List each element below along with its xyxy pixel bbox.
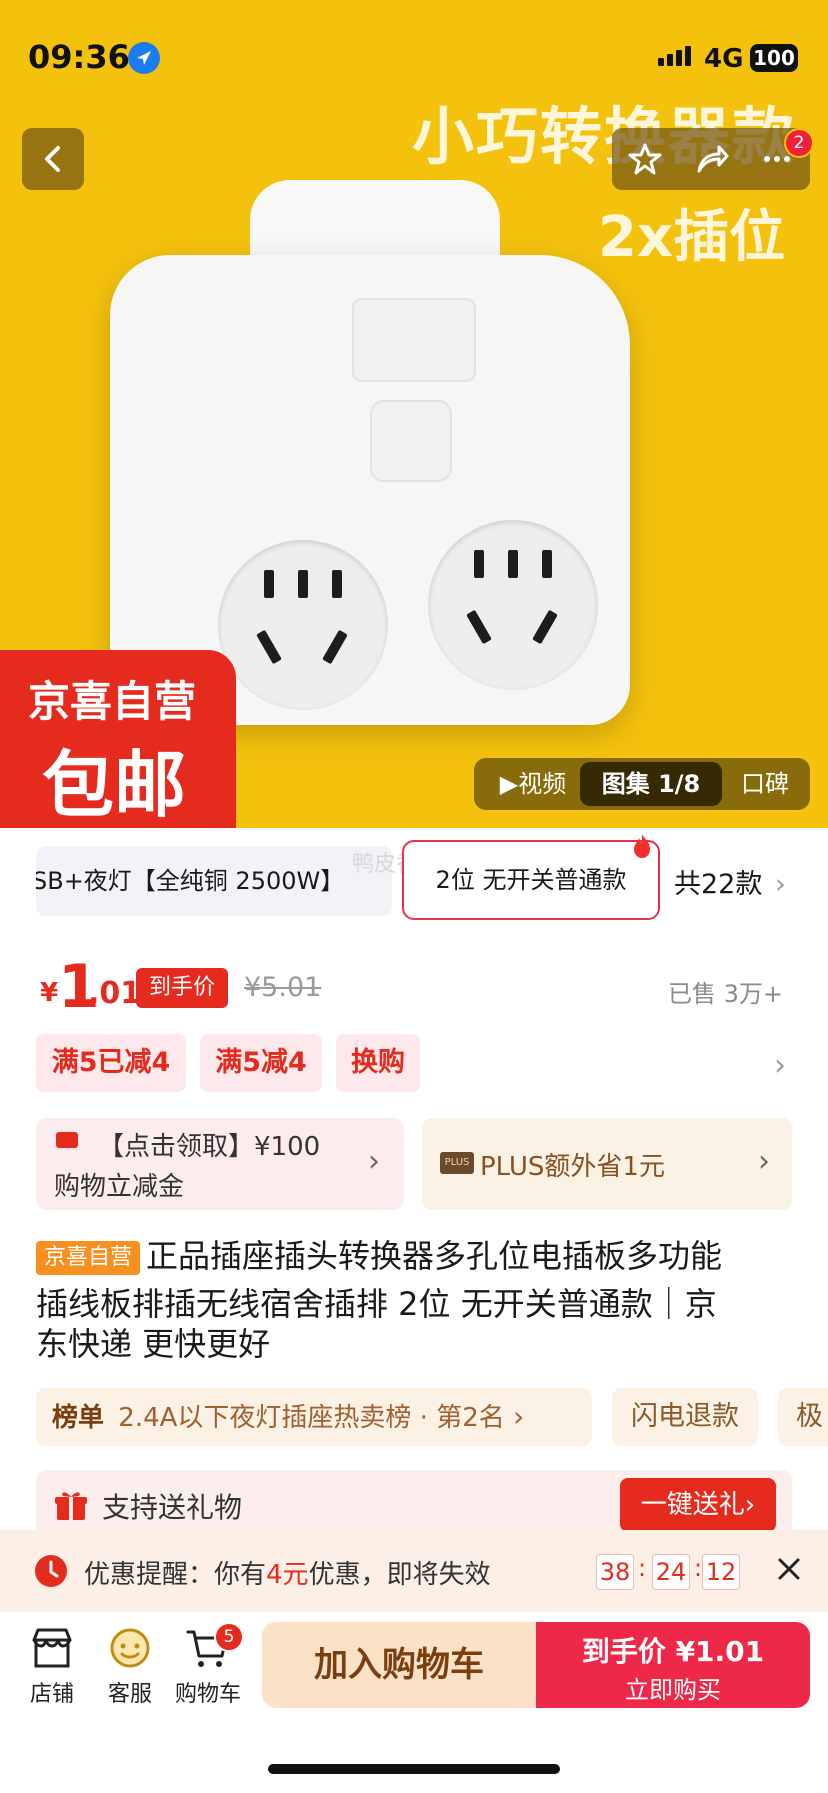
add-to-cart-button[interactable]: 加入购物车 xyxy=(262,1622,536,1708)
final-price-tag: 到手价 xyxy=(136,968,228,1008)
share-icon xyxy=(697,145,729,173)
socket-left xyxy=(218,540,388,710)
fast-refund-chip[interactable]: 闪电退款 xyxy=(612,1388,758,1446)
chevron-right-icon: › xyxy=(774,869,786,900)
tab-video[interactable]: ▶视频 xyxy=(480,758,586,810)
rank-label: 榜单 xyxy=(52,1403,105,1433)
cart-label: 购物车 xyxy=(174,1682,241,1707)
network-type: 4G xyxy=(704,44,744,74)
jd-logo-line1: 京喜自营 xyxy=(28,677,197,726)
variant-option[interactable]: SB+夜灯【全纯铜 2500W】 xyxy=(36,846,392,916)
service-icon xyxy=(110,1628,150,1668)
product-title-line2: 插线板排插无线宿舍插排 2位 无开关普通款｜京 xyxy=(36,1285,717,1323)
media-tabs: ▶视频 图集 1/8 口碑 xyxy=(474,758,810,810)
close-reminder-button[interactable] xyxy=(772,1552,806,1586)
ranking-banner[interactable]: 榜单 2.4A以下夜灯插座热卖榜 · 第2名 › xyxy=(36,1388,592,1446)
chevron-right-icon: › xyxy=(758,1144,770,1179)
close-icon xyxy=(778,1558,800,1580)
gift-text: 支持送礼物 xyxy=(102,1491,243,1524)
timer-separator: : xyxy=(694,1554,703,1582)
favorite-button[interactable] xyxy=(612,128,678,190)
product-image-gallery[interactable]: 小巧转换器款 2x插位 京喜自营 包邮 ▶视频 图集 1/8 口碑 xyxy=(0,0,828,828)
card-icon xyxy=(56,1132,78,1148)
buy-now-label: 立即购买 xyxy=(625,1676,721,1704)
store-button[interactable]: 店铺 xyxy=(14,1626,90,1708)
rank-text: 2.4A以下夜灯插座热卖榜 · 第2名 xyxy=(118,1403,505,1433)
reminder-prefix: 优惠提醒：你有 xyxy=(84,1560,267,1590)
gift-icon xyxy=(55,1492,87,1520)
variant-option-label: SB+夜灯【全纯铜 2500W】 xyxy=(36,867,345,895)
reminder-suffix: 优惠，即将失效 xyxy=(308,1560,491,1590)
claim-line2: 购物立减金 xyxy=(54,1172,185,1202)
price-decimal: .01 xyxy=(88,976,142,1011)
back-button[interactable] xyxy=(22,128,84,190)
buy-now-button[interactable]: 到手价 ¥1.01 立即购买 xyxy=(536,1622,810,1708)
claim-coupon-card[interactable]: 【点击领取】¥100 购物立减金 › xyxy=(36,1118,404,1210)
reminder-amount: 4元 xyxy=(266,1560,309,1590)
location-icon xyxy=(128,42,160,74)
title-text-1: 正品插座插头转换器多孔位电插板多功能 xyxy=(146,1237,723,1275)
home-indicator xyxy=(268,1764,560,1774)
store-icon xyxy=(32,1628,72,1668)
coupon-chip[interactable]: 满5减4 xyxy=(200,1034,322,1092)
product-button xyxy=(370,400,452,482)
battery-icon: 100 xyxy=(750,44,798,72)
variant-selected-label: 2位 无开关普通款 xyxy=(435,866,627,894)
plus-badge: PLUS xyxy=(440,1152,474,1174)
coupon-chip[interactable]: 换购 xyxy=(336,1034,420,1092)
claim-line1: 【点击领取】¥100 xyxy=(98,1132,321,1162)
jd-free-shipping-logo: 京喜自营 包邮 xyxy=(0,650,236,828)
extra-chip[interactable]: 极 xyxy=(778,1388,828,1446)
original-price: ¥5.01 xyxy=(244,972,322,1003)
tab-gallery[interactable]: 图集 1/8 xyxy=(580,762,722,806)
chevron-left-icon xyxy=(45,146,60,172)
reminder-text: 优惠提醒：你有4元优惠，即将失效 xyxy=(84,1554,491,1591)
send-gift-label: 一键送礼 xyxy=(640,1490,745,1520)
variant-option-selected[interactable]: 2位 无开关普通款 xyxy=(402,840,660,920)
product-title-line3: 东快递 更快更好 xyxy=(36,1325,271,1363)
promo-text-sub: 2x插位 xyxy=(598,205,786,270)
jd-logo-line2: 包邮 xyxy=(42,743,187,827)
service-label: 客服 xyxy=(107,1682,152,1707)
cart-badge: 5 xyxy=(214,1622,244,1652)
share-button[interactable] xyxy=(678,128,744,190)
signal-icon xyxy=(658,46,694,66)
socket-right xyxy=(428,520,598,690)
top-toolbar xyxy=(612,128,810,190)
tab-reviews[interactable]: 口碑 xyxy=(722,758,808,810)
chevron-right-icon: › xyxy=(513,1400,525,1433)
price-currency: ¥ xyxy=(40,978,59,1008)
clock-icon xyxy=(35,1555,67,1587)
timer-hours: 38 xyxy=(596,1554,634,1590)
variant-total[interactable]: 共22款 › xyxy=(674,862,786,901)
customer-service-button[interactable]: 客服 xyxy=(92,1626,168,1708)
coupon-chip[interactable]: 满5已减4 xyxy=(36,1034,186,1092)
plus-savings-card[interactable]: PLUS PLUS额外省1元 › xyxy=(422,1118,792,1210)
product-title-line1: 京喜自营 正品插座插头转换器多孔位电插板多功能 xyxy=(36,1234,796,1278)
fire-icon xyxy=(634,834,650,858)
buy-price-label: 到手价 ¥1.01 xyxy=(581,1635,765,1668)
store-label: 店铺 xyxy=(29,1682,74,1707)
send-gift-button[interactable]: 一键送礼› xyxy=(620,1478,776,1532)
product-panel xyxy=(352,298,476,382)
timer-separator: : xyxy=(638,1554,647,1582)
plus-text: PLUS额外省1元 xyxy=(480,1152,665,1182)
message-badge: 2 xyxy=(784,128,814,158)
chevron-right-icon: › xyxy=(744,1490,756,1520)
chevron-right-icon[interactable]: › xyxy=(774,1048,786,1083)
timer-minutes: 24 xyxy=(652,1554,690,1590)
status-time: 09:36 xyxy=(28,38,130,76)
chevron-right-icon: › xyxy=(368,1144,380,1179)
timer-seconds: 12 xyxy=(702,1554,740,1590)
jd-self-tag: 京喜自营 xyxy=(36,1241,141,1275)
sold-count: 已售 3万+ xyxy=(668,980,784,1008)
variant-total-label: 共22款 xyxy=(674,869,763,900)
star-icon xyxy=(628,143,662,175)
